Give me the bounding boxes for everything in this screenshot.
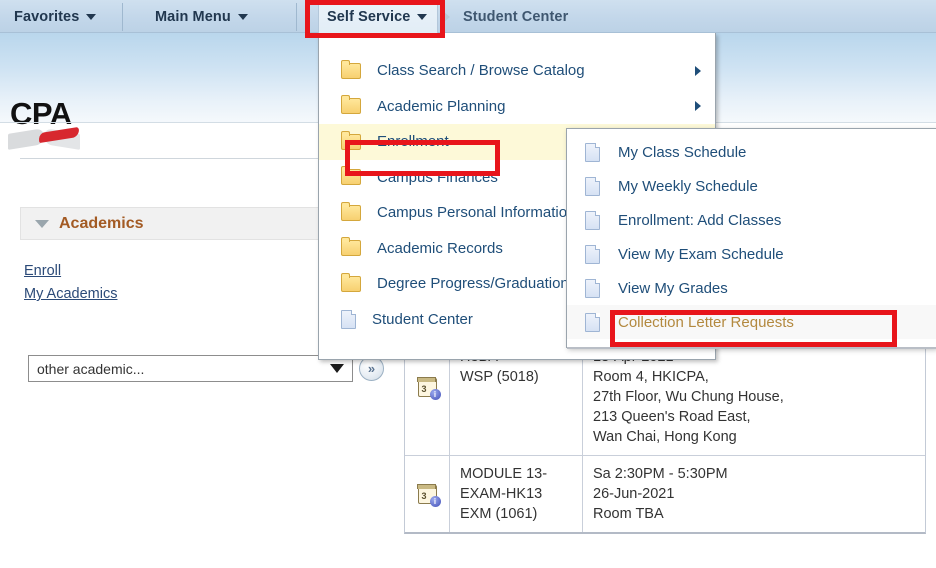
submenu-item-collection-letter-requests[interactable]: Collection Letter Requests — [567, 305, 936, 339]
submenu-item-label: View My Exam Schedule — [618, 245, 784, 263]
page-icon — [585, 244, 600, 264]
page-icon — [341, 309, 356, 329]
folder-icon — [341, 59, 361, 79]
folder-icon — [341, 95, 361, 115]
calendar-glyph: 3 — [421, 490, 427, 501]
folder-icon — [341, 166, 361, 186]
menu-item-label: Academic Records — [377, 239, 503, 257]
breadcrumb-arrow-icon — [444, 12, 450, 22]
submenu-arrow-icon — [695, 65, 701, 76]
chevron-down-icon[interactable] — [330, 364, 344, 373]
page-icon — [585, 142, 600, 162]
calendar-glyph: 3 — [421, 383, 427, 394]
nav-item-favorites[interactable]: Favorites — [14, 0, 97, 33]
other-academic-select[interactable]: other academic... — [28, 355, 353, 382]
menu-item-label: Degree Progress/Graduation — [377, 275, 569, 293]
page-icon — [585, 278, 600, 298]
submenu-arrow-icon — [695, 101, 701, 112]
menu-item-label: Student Center — [372, 310, 473, 328]
menu-item-label: Enrollment — [377, 133, 449, 151]
academics-section-header[interactable]: Academics — [20, 207, 332, 240]
info-badge-icon: i — [429, 388, 441, 400]
folder-icon — [341, 130, 361, 150]
table-cell-course: MODULE 13-EXAM-HK13 EXM (1061) — [450, 456, 583, 532]
nav-item-self-service-label: Self Service — [327, 8, 411, 25]
menu-item-label: Campus Finances — [377, 168, 498, 186]
breadcrumb-student-center[interactable]: Student Center — [463, 0, 568, 33]
nav-item-main-menu-label: Main Menu — [155, 8, 231, 25]
calendar-icon[interactable]: 3 i — [417, 377, 441, 400]
nav-item-main-menu[interactable]: Main Menu — [155, 0, 248, 33]
submenu-item-view-my-grades[interactable]: View My Grades — [567, 271, 936, 305]
page-icon — [585, 176, 600, 196]
menu-item-label: Campus Personal Information — [377, 204, 576, 222]
menu-item-academic-planning[interactable]: Academic Planning — [319, 89, 715, 125]
submenu-item-label: Enrollment: Add Classes — [618, 211, 782, 229]
top-navigation-bar: Favorites Main Menu Self Service Student… — [0, 0, 936, 33]
calendar-icon[interactable]: 3 i — [417, 484, 441, 507]
submenu-item-view-my-exam-schedule[interactable]: View My Exam Schedule — [567, 237, 936, 271]
application-screenshot: CPA Academics Enroll My Academics other … — [0, 0, 936, 568]
submenu-item-label: My Class Schedule — [618, 143, 747, 161]
logo-text: CPA — [10, 96, 72, 131]
sidebar-link-my-academics[interactable]: My Academics — [24, 286, 117, 302]
table-cell-icon: 3 i — [405, 456, 450, 532]
sidebar-link-enroll[interactable]: Enroll — [24, 263, 61, 279]
folder-icon — [341, 201, 361, 221]
caret-down-icon — [86, 13, 97, 20]
folder-icon — [341, 272, 361, 292]
table-row: 3 i MODULE 13-EXAM-HK13 EXM (1061) Sa 2:… — [405, 455, 925, 532]
academics-section-title: Academics — [59, 214, 144, 232]
caret-down-icon — [237, 13, 248, 20]
collapse-triangle-icon[interactable] — [35, 219, 49, 228]
caret-down-icon — [417, 13, 428, 20]
breadcrumb-student-center-label: Student Center — [463, 8, 569, 25]
cpa-logo: CPA — [6, 96, 126, 152]
submenu-item-label: Collection Letter Requests — [618, 313, 794, 331]
submenu-item-label: View My Grades — [618, 279, 728, 297]
table-cell-detail: Sa 2:30PM - 5:30PM 26-Jun-2021 Room TBA — [593, 466, 728, 522]
submenu-item-my-class-schedule[interactable]: My Class Schedule — [567, 135, 936, 169]
nav-item-favorites-label: Favorites — [14, 8, 80, 25]
nav-separator — [122, 3, 123, 31]
menu-item-label: Class Search / Browse Catalog — [377, 62, 585, 80]
other-academic-select-value: other academic... — [37, 360, 145, 377]
submenu-item-label: My Weekly Schedule — [618, 177, 758, 195]
page-icon — [585, 312, 600, 332]
nav-item-self-service[interactable]: Self Service — [318, 0, 439, 33]
submenu-bottom-shadow — [567, 347, 936, 349]
sidebar-link-my-academics-label: My Academics — [24, 286, 118, 302]
folder-icon — [341, 237, 361, 257]
sidebar-link-enroll-label: Enroll — [24, 263, 62, 279]
enrollment-submenu: My Class Schedule My Weekly Schedule Enr… — [566, 128, 936, 349]
menu-item-label: Academic Planning — [377, 97, 506, 115]
nav-separator — [296, 3, 297, 31]
submenu-item-my-weekly-schedule[interactable]: My Weekly Schedule — [567, 169, 936, 203]
info-badge-icon: i — [429, 495, 441, 507]
page-icon — [585, 210, 600, 230]
submenu-item-enrollment-add-classes[interactable]: Enrollment: Add Classes — [567, 203, 936, 237]
menu-item-class-search[interactable]: Class Search / Browse Catalog — [319, 53, 715, 89]
